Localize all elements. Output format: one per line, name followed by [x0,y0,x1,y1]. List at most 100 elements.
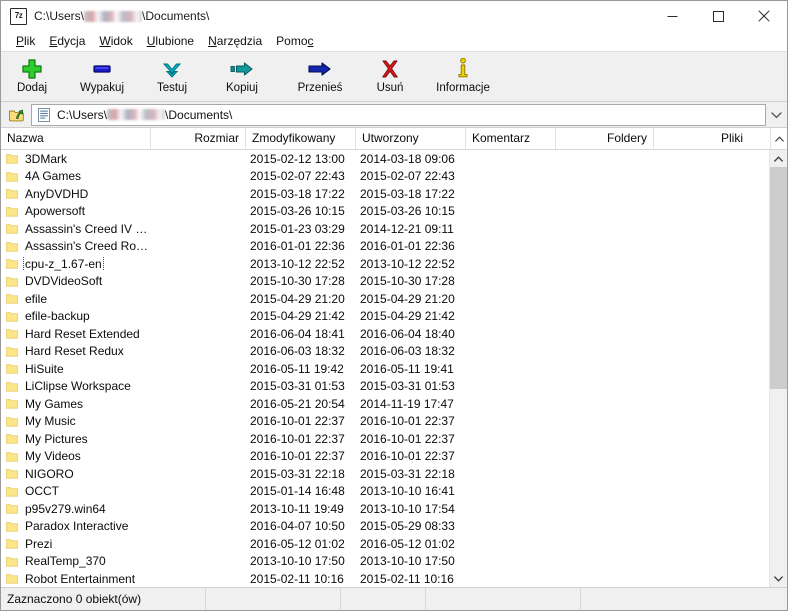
cell-name: cpu-z_1.67-en [1,256,151,271]
table-row[interactable]: My Videos 2016-10-01 22:37 2016-10-01 22:3… [1,448,769,466]
cell-modified: 2015-02-12 13:00 [250,151,345,166]
menu-item-narzedzia[interactable]: Narzędzia [201,32,269,50]
maximize-button[interactable] [695,1,741,31]
cell-modified: 2015-04-29 21:20 [250,291,345,306]
scroll-up-icon [774,135,784,142]
window-title-redacted-username [84,10,143,22]
toolbar-button-info[interactable]: Informacje [421,54,505,99]
column-header-created[interactable]: Utworzony [356,128,466,149]
cell-created: 2013-10-10 16:41 [360,484,455,499]
column-header-name[interactable]: Nazwa [1,128,151,149]
cell-name: My Games [1,397,151,411]
table-row[interactable]: Prezi 2016-05-12 01:02 2016-05-12 01:02 [1,535,769,553]
up-folder-icon [9,109,24,121]
table-row[interactable]: My Pictures 2016-10-01 22:37 2016-10-01 22… [1,430,769,448]
cell-name: Prezi [1,537,151,551]
table-row[interactable]: 3DMark 2015-02-12 13:00 2014-03-18 09:06 [1,150,769,168]
toolbar-button-copy-label: Kopiuj [226,82,258,94]
table-row[interactable]: LiClipse Workspace 2015-03-31 01:53 2015-0… [1,378,769,396]
menu-item-edycja[interactable]: Edycja [42,32,92,50]
scrollbar-track[interactable] [770,167,787,570]
folder-icon [6,206,18,217]
column-header-comment[interactable]: Komentarz [466,128,556,149]
table-row[interactable]: 4A Games 2015-02-07 22:43 2015-02-07 22:43 [1,168,769,186]
menu-bar: Plik Edycja Widok Ulubione Narzędzia Pom… [1,31,787,52]
table-row[interactable]: NIGORO 2015-03-31 22:18 2015-03-31 22:18 [1,465,769,483]
cell-modified: 2016-01-01 22:36 [250,239,345,254]
column-header-files[interactable]: Pliki [654,128,749,149]
table-row[interactable]: Assassin's Creed Rogue 2016-01-01 22:36 20… [1,238,769,256]
up-folder-button[interactable] [3,104,31,126]
cell-name-text: Assassin's Creed IV Blac... [25,221,151,236]
file-list-scrollbar[interactable] [769,150,787,587]
cell-created: 2015-03-26 10:15 [360,204,455,219]
column-header-modified[interactable]: Zmodyfikowany [246,128,356,149]
menu-item-pomoc[interactable]: Pomoc [269,32,320,50]
cell-modified: 2015-03-18 17:22 [250,186,345,201]
table-row[interactable]: My Games 2016-05-21 20:54 2014-11-19 17:47 [1,395,769,413]
cell-name-text: NIGORO [25,466,74,481]
window-title-prefix: C:\Users\ [34,9,85,23]
table-row[interactable]: Apowersoft 2015-03-26 10:15 2015-03-26 10:… [1,203,769,221]
cell-modified: 2016-06-04 18:41 [250,326,345,341]
cell-created: 2015-04-29 21:20 [360,291,455,306]
toolbar-button-add[interactable]: Dodaj [1,54,63,99]
address-dropdown-button[interactable] [768,111,785,119]
toolbar-button-delete[interactable]: Usuń [359,54,421,99]
folder-icon [6,311,18,322]
cell-modified: 2013-10-11 19:49 [250,501,344,516]
cell-name-text: efile-backup [25,309,90,324]
cell-created: 2015-03-31 01:53 [360,379,455,394]
toolbar-button-delete-label: Usuń [376,82,404,94]
scrollbar-thumb[interactable] [770,167,787,389]
minimize-button[interactable] [649,1,695,31]
table-row[interactable]: Paradox Interactive 2016-04-07 10:50 2015-… [1,518,769,536]
table-row[interactable]: p95v279.win64 2013-10-11 19:49 2013-10-10 … [1,500,769,518]
cell-name-text: 4A Games [25,169,82,184]
column-header-folders[interactable]: Foldery [556,128,654,149]
table-row[interactable]: OCCT 2015-01-14 16:48 2013-10-10 16:41 [1,483,769,501]
table-row[interactable]: Assassin's Creed IV Blac... 2015-01-23 03… [1,220,769,238]
cell-modified: 2016-05-11 19:42 [250,361,344,376]
maximize-icon [712,10,724,22]
toolbar-button-extract[interactable]: Wypakuj [63,54,141,99]
table-row[interactable]: HiSuite 2016-05-11 19:42 2016-05-11 19:41 [1,360,769,378]
menu-item-widok[interactable]: Widok [92,32,139,50]
table-row[interactable]: Hard Reset Redux 2016-06-03 18:32 2016-06-… [1,343,769,361]
scrollbar-down-button[interactable] [770,570,787,587]
cell-created: 2014-11-19 17:47 [360,396,454,411]
menu-item-ulubione[interactable]: Ulubione [140,32,201,50]
toolbar-button-move[interactable]: Przenieś [281,54,359,99]
table-row[interactable]: My Music 2016-10-01 22:37 2016-10-01 22:37 [1,413,769,431]
scrollbar-up-button[interactable] [770,150,787,167]
table-row[interactable]: efile-backup 2015-04-29 21:42 2015-04-29 2… [1,308,769,326]
table-row[interactable]: efile 2015-04-29 21:20 2015-04-29 21:20 [1,290,769,308]
test-chevron-icon [161,57,183,81]
window-controls [649,1,787,31]
table-row[interactable]: Robot Entertainment 2015-02-11 10:16 2015-… [1,570,769,587]
close-button[interactable] [741,1,787,31]
table-row[interactable]: AnyDVDHD 2015-03-18 17:22 2015-03-18 17:22 [1,185,769,203]
cell-modified: 2013-10-10 17:50 [250,554,345,569]
cell-modified: 2016-10-01 22:37 [250,449,345,464]
toolbar-button-copy[interactable]: Kopiuj [203,54,281,99]
toolbar-button-test[interactable]: Testuj [141,54,203,99]
column-header-size[interactable]: Rozmiar [151,128,246,149]
cell-modified: 2016-10-01 22:37 [250,431,345,446]
plus-icon [21,57,43,81]
cell-created: 2015-03-31 22:18 [360,466,455,481]
file-list-rows[interactable]: 3DMark 2015-02-12 13:00 2014-03-18 09:06 4A… [1,150,769,587]
cell-name: Assassin's Creed Rogue [1,239,151,253]
folder-icon [6,241,18,252]
folder-icon [6,521,18,532]
cell-name-text: Hard Reset Redux [25,344,124,359]
table-row[interactable]: RealTemp_370 2013-10-10 17:50 2013-10-10 1… [1,553,769,571]
table-row[interactable]: Hard Reset Extended 2016-06-04 18:41 2016-… [1,325,769,343]
toolbar-button-info-label: Informacje [436,82,490,94]
copy-arrow-icon [229,57,255,81]
table-row[interactable]: DVDVideoSoft 2015-10-30 17:28 2015-10-30 1… [1,273,769,291]
address-input[interactable]: C:\Users\ \Documents\ [31,103,766,126]
cell-modified: 2016-10-01 22:37 [250,414,345,429]
menu-item-plik[interactable]: Plik [9,32,42,50]
table-row[interactable]: cpu-z_1.67-en 2013-10-12 22:52 2013-10-12 … [1,255,769,273]
